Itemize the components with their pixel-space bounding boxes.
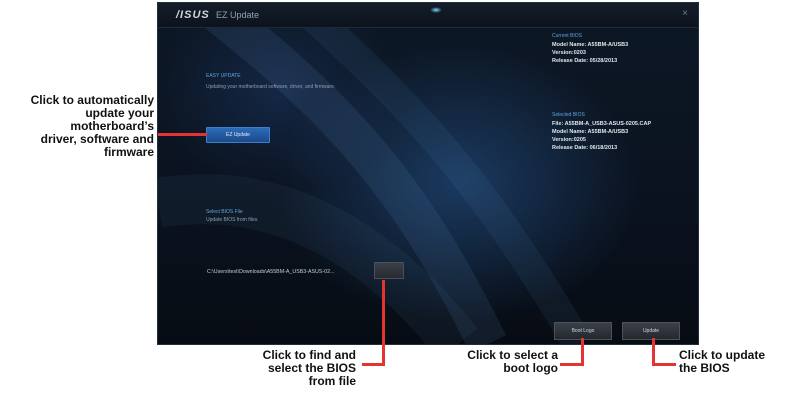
close-icon[interactable]: × [680,9,690,19]
callout-line-text: the BIOS [679,361,730,375]
callout-connector-update-horizontal [652,363,676,366]
ez-update-window: /ISUS EZ Update × EASY UPDATE Updating y… [157,2,699,345]
app-title: EZ Update [216,10,260,20]
browse-button[interactable] [374,262,404,279]
current-version: Version:0203 [552,50,586,56]
callout-connector-boot-logo-vertical [581,338,584,366]
callout-boot-logo: Click to select a boot logo [430,349,558,375]
callout-connector-update-vertical [652,338,655,366]
selected-release-date: Release Date: 06/18/2013 [552,145,618,151]
callout-find-bios: Click to find and select the BIOS from f… [230,349,356,388]
current-bios-title: Current BIOS [552,33,583,39]
callout-connector-browse-horizontal [362,363,385,366]
callout-connector-ez-update [158,133,207,136]
current-model-name: Model Name: A55BM-A/USB3 [552,42,629,48]
callout-connector-browse-vertical [382,280,385,366]
ez-update-button[interactable]: EZ Update [206,127,270,143]
select-bios-title: Select BIOS File [206,209,243,215]
selected-file: File: A55BM-A_USB3-ASUS-0205.CAP [552,121,652,127]
easy-update-description: Updating your motherboard software, driv… [206,84,336,90]
asus-logo: /ISUS [176,9,210,21]
current-release-date: Release Date: 05/28/2013 [552,58,618,64]
background-streaks [158,3,591,344]
glow-indicator [430,7,442,13]
callout-line-text: firmware [103,145,154,159]
easy-update-title: EASY UPDATE [206,73,241,79]
callout-auto-update: Click to automatically update your mothe… [0,94,154,159]
bios-file-path[interactable]: C:\Users\test\Downloads\A55BM-A_USB3-ASU… [207,267,377,277]
callout-connector-boot-logo-horizontal [560,363,584,366]
callout-line-text: from file [308,374,356,388]
callout-line-text: boot logo [503,361,558,375]
selected-model-name: Model Name: A55BM-A/USB3 [552,129,629,135]
update-button[interactable]: Update [622,322,680,340]
select-bios-description: Update BIOS from files. [206,217,259,223]
title-bar: /ISUS EZ Update × [158,3,698,28]
selected-bios-title: Selected BIOS [552,112,585,118]
callout-update-bios: Click to update the BIOS [679,349,795,375]
selected-version: Version:0205 [552,137,586,143]
